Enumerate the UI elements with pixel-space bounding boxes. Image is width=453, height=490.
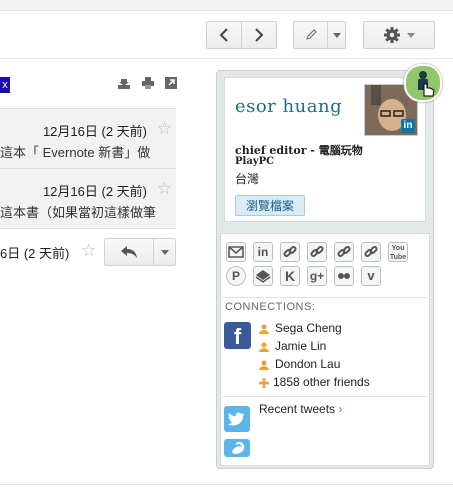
caret-down-icon	[407, 32, 415, 38]
facebook-icon[interactable]: f	[224, 322, 251, 349]
layers-icon[interactable]	[253, 266, 273, 286]
mail-icon[interactable]	[226, 242, 246, 262]
twitter-icon[interactable]	[224, 406, 250, 432]
linkedin-badge-icon: in	[401, 119, 415, 133]
message-row[interactable]: 12月16日 (2 天前) ☆ 這本「 Evernote 新書」做	[0, 108, 176, 169]
link-icon[interactable]	[280, 242, 300, 262]
klout-icon[interactable]: K	[280, 266, 300, 286]
contact-location: 台灣	[235, 172, 260, 186]
link-icon[interactable]	[307, 242, 327, 262]
download-icon[interactable]	[118, 77, 130, 89]
person-icon	[259, 324, 269, 334]
new-window-icon[interactable]	[165, 77, 177, 89]
edit-dropdown-button[interactable]	[327, 21, 346, 49]
twitter-bird-icon[interactable]	[224, 439, 250, 457]
linkedin-icon[interactable]: in	[253, 242, 273, 262]
reply-button[interactable]	[104, 238, 154, 266]
star-icon[interactable]: ☆	[157, 180, 172, 197]
vimeo-icon[interactable]: v	[361, 266, 381, 286]
message-row-expanded: 6日 (2 天前) ☆	[0, 228, 176, 277]
chevron-right-icon: ›	[338, 402, 343, 416]
friend-link[interactable]: Jamie Lin	[275, 339, 326, 353]
recent-tweets-link[interactable]: Recent tweets ›	[259, 402, 342, 416]
contact-name[interactable]: esor huang	[235, 96, 342, 117]
message-snippet: 這本「 Evernote 新書」做	[0, 145, 151, 160]
friend-link[interactable]: Dondon Lau	[275, 357, 340, 371]
divider	[0, 484, 453, 485]
reply-icon	[121, 246, 137, 258]
connections-label: CONNECTIONS:	[225, 301, 316, 313]
star-icon[interactable]: ☆	[157, 120, 172, 137]
user-status-icon[interactable]	[404, 64, 442, 102]
top-strip	[0, 0, 453, 11]
friend-link[interactable]: Sega Cheng	[275, 321, 342, 335]
caret-down-icon	[160, 249, 169, 255]
view-profile-button[interactable]: 瀏覽檔案	[235, 195, 305, 216]
chevron-left-icon	[219, 28, 228, 42]
print-icon[interactable]	[142, 77, 154, 89]
message-row[interactable]: 12月16日 (2 天前) ☆ 這本書（如果當初這樣做筆	[0, 168, 176, 229]
caret-down-icon	[332, 32, 341, 38]
message-date: 12月16日 (2 天前)	[42, 124, 147, 139]
message-snippet: 這本書（如果當初這樣做筆	[0, 205, 157, 220]
older-button[interactable]	[241, 21, 277, 49]
divider	[222, 297, 427, 298]
newer-button[interactable]	[206, 21, 242, 49]
hand-cursor-icon	[418, 71, 435, 97]
chevron-right-icon	[255, 28, 264, 42]
message-date: 12月16日 (2 天前)	[42, 184, 147, 199]
recent-tweets-label: Recent tweets	[259, 402, 336, 416]
toolbar	[0, 11, 453, 59]
flickr-icon[interactable]	[334, 266, 354, 286]
message-date: 6日 (2 天前)	[0, 246, 70, 261]
person-icon	[259, 360, 269, 370]
star-icon[interactable]: ☆	[81, 242, 96, 259]
divider	[222, 396, 427, 397]
link-icon[interactable]	[361, 242, 381, 262]
edit-button[interactable]	[293, 21, 328, 49]
contact-company: PlayPC	[235, 156, 275, 167]
pencil-icon	[305, 29, 317, 40]
person-icon	[259, 342, 269, 352]
gear-icon	[384, 27, 400, 43]
reply-more-button[interactable]	[153, 238, 176, 266]
label-tag[interactable]: x	[0, 77, 10, 93]
settings-button[interactable]	[363, 21, 435, 49]
more-friends-link[interactable]: 1858 other friends	[273, 375, 370, 389]
youtube-icon[interactable]: You Tube	[388, 242, 408, 262]
plus-icon	[259, 378, 269, 388]
googleplus-icon[interactable]: g+	[307, 266, 327, 286]
link-icon[interactable]	[334, 242, 354, 262]
pinterest-icon[interactable]: P	[226, 266, 246, 286]
